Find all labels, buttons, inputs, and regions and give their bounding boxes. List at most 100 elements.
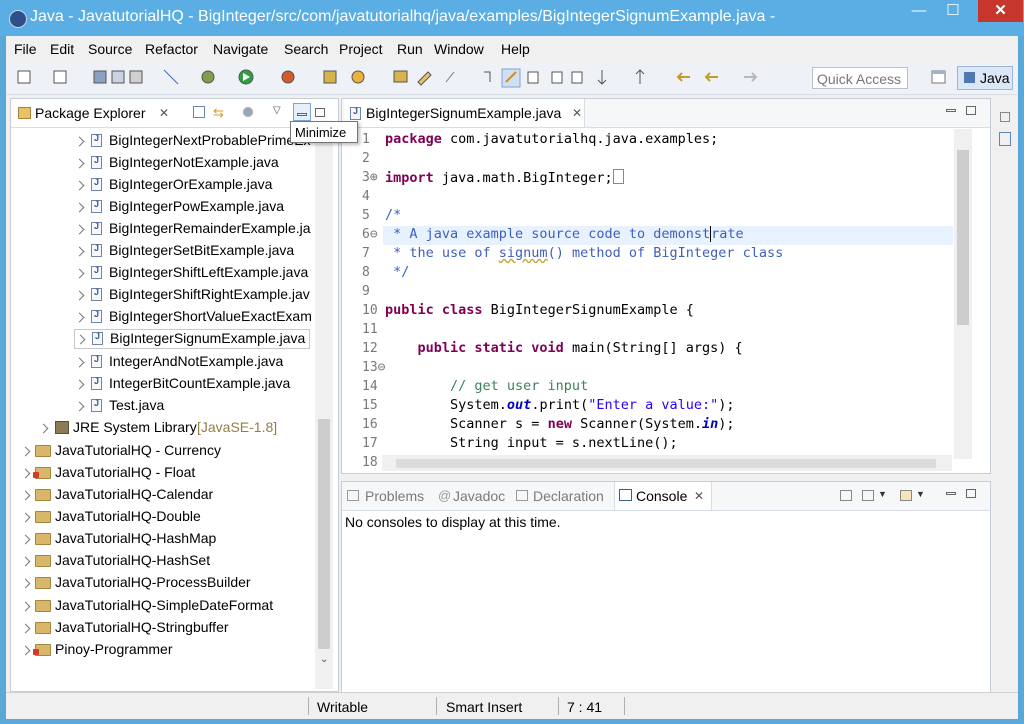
external-tools-icon [282, 71, 294, 83]
tab-problems[interactable]: Problems [365, 488, 424, 504]
project-name: JavaTutorialHQ-Stringbuffer [55, 619, 229, 635]
file-name: BigIntegerShiftLeftExample.java [109, 264, 308, 280]
focus-task-icon[interactable] [243, 107, 253, 117]
project-icon [35, 577, 51, 589]
code-line-8: * the use of signum() method of BigInteg… [385, 245, 783, 261]
next-annotation-icon [598, 70, 606, 84]
minimize-editor-button[interactable] [946, 109, 956, 112]
skip-breakpoints-icon [164, 70, 178, 84]
java-perspective-button[interactable]: Java [957, 66, 1013, 90]
maximize-editor-button[interactable] [966, 106, 976, 115]
menu-file[interactable]: File [14, 41, 37, 57]
menu-navigate[interactable]: Navigate [213, 41, 268, 57]
menu-refactor[interactable]: Refactor [145, 41, 198, 57]
project-icon [35, 533, 51, 545]
menu-window[interactable]: Window [434, 41, 484, 57]
status-separator [558, 697, 559, 715]
title-bar: Java - JavatutorialHQ - BigInteger/src/c… [0, 0, 1024, 36]
tab-javadoc[interactable]: Javadoc [453, 488, 505, 504]
line-number: 1 [362, 132, 370, 147]
new-class-icon [352, 71, 364, 83]
link-with-editor-icon[interactable]: ⇆ [213, 105, 227, 119]
javadoc-icon: @ [438, 488, 451, 503]
open-perspective-icon[interactable] [930, 67, 948, 87]
console-header: Problems @ Javadoc Declaration Console ✕… [342, 482, 990, 511]
tab-console[interactable]: Console [636, 488, 687, 504]
editor-vertical-scroll-thumb[interactable] [957, 150, 969, 325]
toolbar-icons [6, 62, 806, 94]
eclipse-app-icon [9, 10, 27, 28]
java-file-icon [91, 134, 102, 147]
restore-icon[interactable] [1000, 112, 1010, 122]
project-error-icon [35, 644, 51, 656]
line-number: 11 [362, 322, 378, 337]
line-number: 8 [362, 265, 370, 280]
declaration-icon [516, 490, 528, 501]
pin-console-icon[interactable] [840, 490, 852, 501]
save-icon [94, 71, 106, 83]
file-name: Test.java [109, 397, 164, 413]
menu-edit[interactable]: Edit [50, 41, 74, 57]
status-writable: Writable [317, 699, 368, 715]
line-number: 9 [362, 284, 370, 299]
close-console-icon[interactable]: ✕ [694, 489, 704, 503]
package-explorer-scroll-thumb[interactable] [318, 419, 330, 649]
right-trim-bar [993, 98, 1017, 158]
tree-file-item-selected[interactable]: BigIntegerSignumExample.java [74, 329, 310, 349]
project-name: JavaTutorialHQ-HashSet [55, 552, 210, 568]
file-name: BigIntegerSetBitExample.java [109, 242, 294, 258]
menu-search[interactable]: Search [284, 41, 328, 57]
jre-version-decoration: [JavaSE-1.8] [197, 419, 277, 435]
maximize-window-button[interactable]: ☐ [938, 0, 968, 22]
view-menu-chevron-down-icon[interactable]: ▽ [273, 105, 281, 116]
console-view: Problems @ Javadoc Declaration Console ✕… [341, 481, 991, 693]
java-perspective-icon [964, 72, 975, 83]
line-number: 13⊖ [362, 360, 385, 375]
minimize-view-button[interactable] [293, 103, 311, 121]
editor-horizontal-scroll-thumb[interactable] [396, 459, 936, 468]
package-explorer-tab[interactable]: Package Explorer [35, 105, 146, 121]
java-file-icon [91, 244, 102, 257]
close-tab-icon[interactable]: ✕ [572, 106, 582, 120]
line-number: 14 [362, 379, 378, 394]
java-file-icon [350, 107, 361, 120]
maximize-view-button[interactable] [315, 108, 325, 117]
close-window-button[interactable]: ✕ [978, 0, 1023, 22]
console-icon [619, 489, 632, 501]
project-icon [35, 511, 51, 523]
java-file-icon [91, 266, 102, 279]
display-selected-console-icon[interactable] [862, 490, 874, 501]
close-view-icon[interactable]: ✕ [159, 106, 169, 120]
editor-tab-label: BigIntegerSignumExample.java [366, 105, 561, 121]
menu-source[interactable]: Source [88, 41, 132, 57]
java-file-icon [91, 200, 102, 213]
line-number: 6⊖ [362, 227, 378, 242]
editor-tab[interactable]: BigIntegerSignumExample.java ✕ [344, 99, 585, 127]
java-file-icon [91, 355, 102, 368]
new-java-icon [54, 71, 66, 83]
menu-run[interactable]: Run [397, 41, 423, 57]
status-separator [308, 697, 309, 715]
file-name: BigIntegerShortValueExactExam [109, 308, 312, 324]
chevron-down-icon[interactable]: ▼ [916, 489, 925, 499]
project-name: JavaTutorialHQ-Double [55, 508, 201, 524]
maximize-console-button[interactable] [966, 489, 976, 498]
open-console-icon[interactable] [900, 490, 912, 501]
package-explorer-header: Package Explorer ✕ ⇆ ▽ [11, 99, 338, 128]
menu-project[interactable]: Project [339, 41, 383, 57]
code-line-11: public class BigIntegerSignumExample { [385, 302, 694, 318]
chevron-down-icon[interactable]: ▼ [878, 489, 887, 499]
line-number: 12 [362, 341, 378, 356]
menu-help[interactable]: Help [501, 41, 530, 57]
status-separator [436, 697, 437, 715]
quick-access-input[interactable]: Quick Access [812, 67, 908, 89]
minimize-window-button[interactable]: — [904, 0, 934, 22]
minimize-console-button[interactable] [946, 492, 956, 495]
window-title: Java - JavatutorialHQ - BigInteger/src/c… [30, 8, 775, 26]
scroll-down-chevron-icon[interactable]: ⌄ [320, 654, 328, 665]
code-line-18: String input = s.nextLine(); [385, 435, 678, 453]
project-error-icon [35, 467, 51, 479]
outline-icon[interactable] [999, 132, 1011, 146]
tab-declaration[interactable]: Declaration [533, 488, 604, 504]
collapse-all-icon[interactable] [193, 106, 205, 118]
